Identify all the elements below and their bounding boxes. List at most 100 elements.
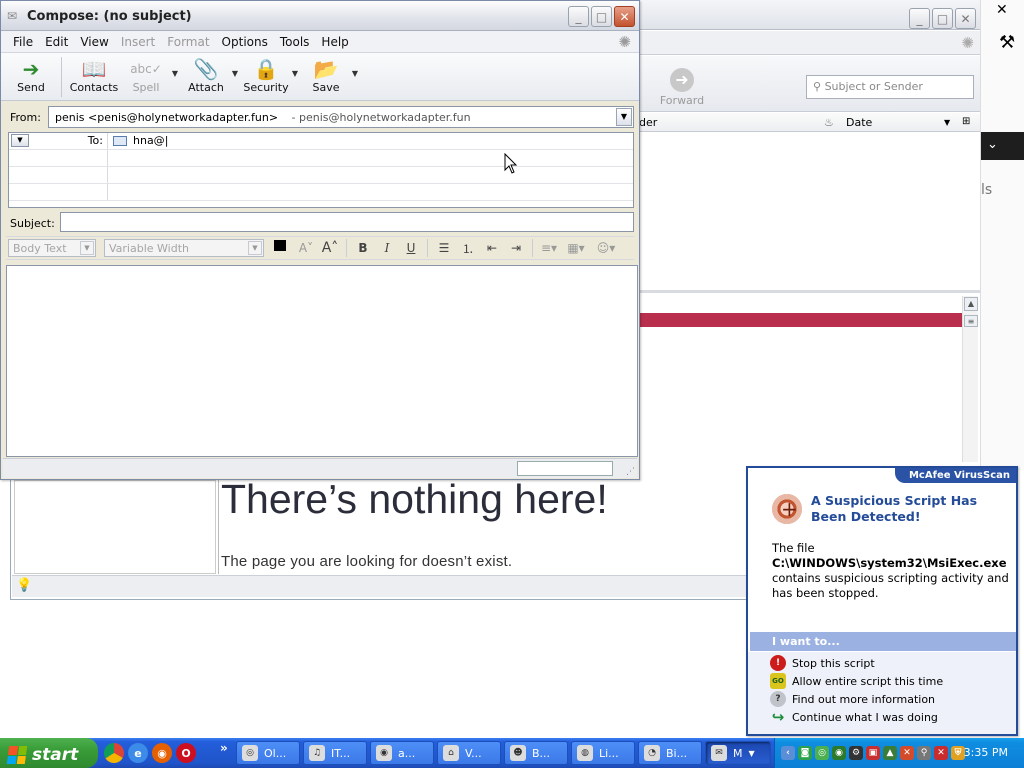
paragraph-dropdown-icon[interactable]: ▼	[80, 241, 94, 255]
bg-close-button[interactable]: ✕	[955, 8, 976, 29]
allow-script-link[interactable]: GO Allow entire script this time	[770, 672, 1016, 690]
tray-app-icon[interactable]: ◎	[815, 746, 829, 760]
task-button[interactable]: ◔ Bi...	[638, 741, 702, 765]
smiley-icon[interactable]: ☺▾	[593, 241, 619, 255]
minimize-button[interactable]: _	[568, 6, 589, 27]
scroll-thumb[interactable]: ≡	[964, 315, 978, 327]
allow-script-label: Allow entire script this time	[792, 674, 944, 688]
compose-titlebar[interactable]: ✉ Compose: (no subject) _ □ ✕	[1, 1, 639, 31]
maximize-button[interactable]: □	[591, 6, 612, 27]
message-body-editor[interactable]	[6, 265, 638, 457]
message-list[interactable]	[628, 133, 980, 293]
menu-view[interactable]: View	[74, 35, 114, 49]
task-button-active[interactable]: ✉ M ▼	[705, 741, 771, 765]
menu-file[interactable]: File	[7, 35, 39, 49]
bold-button[interactable]: B	[353, 241, 373, 255]
task-button[interactable]: ◍ Li...	[571, 741, 635, 765]
save-dropdown-icon[interactable]: ▼	[352, 69, 358, 78]
recipient-row-empty[interactable]	[9, 167, 633, 184]
tray-collapse-icon[interactable]: ‹	[781, 746, 795, 760]
bg-maximize-button[interactable]: □	[932, 8, 953, 29]
menu-format[interactable]: Format	[161, 35, 215, 49]
numbered-list-icon[interactable]: ⒈	[458, 240, 478, 257]
chrome-icon[interactable]	[104, 743, 124, 763]
task-button[interactable]: ⌂ V...	[437, 741, 501, 765]
edge-window-controls[interactable]: ✕	[982, 2, 1024, 28]
menu-insert[interactable]: Insert	[115, 35, 161, 49]
start-button[interactable]: start	[0, 738, 98, 768]
bullet-list-icon[interactable]: ☰	[434, 241, 454, 255]
network-disconnected-icon[interactable]: ✕	[900, 746, 914, 760]
paragraph-format-select[interactable]: Body Text ▼	[8, 239, 96, 257]
chevron-down-icon[interactable]: ▼	[616, 108, 632, 126]
to-input[interactable]: hna@|	[113, 134, 168, 147]
opera-icon[interactable]: O	[176, 743, 196, 763]
spell-dropdown-icon[interactable]: ▼	[172, 69, 178, 78]
resize-grip-icon[interactable]: ⋰	[626, 467, 635, 477]
recipient-row-empty[interactable]	[9, 150, 633, 167]
stop-script-link[interactable]: ! Stop this script	[770, 654, 1016, 672]
attach-dropdown-icon[interactable]: ▼	[232, 69, 238, 78]
tray-app-icon[interactable]: ⚙	[849, 746, 863, 760]
align-icon[interactable]: ≡▾	[539, 241, 559, 255]
network-disconnected-icon[interactable]: ✕	[934, 746, 948, 760]
security-button[interactable]: 🔒 Security ▼	[240, 57, 298, 94]
menu-options[interactable]: Options	[216, 35, 274, 49]
from-select[interactable]: penis <penis@holynetworkadapter.fun> - p…	[48, 106, 634, 128]
security-dropdown-icon[interactable]: ▼	[292, 69, 298, 78]
contacts-button[interactable]: 📖 Contacts	[68, 57, 120, 94]
subject-input[interactable]	[60, 212, 634, 232]
edge-dark-bar: ⌄	[981, 132, 1024, 160]
tray-app-icon[interactable]: ▣	[866, 746, 880, 760]
network-icon[interactable]: ⚲	[917, 746, 931, 760]
smaller-text-icon[interactable]: A˅	[296, 241, 316, 255]
send-button[interactable]: ➔ Send	[5, 57, 57, 94]
recipient-type-dropdown-icon[interactable]: ▼	[11, 134, 29, 147]
text-color-button[interactable]	[274, 240, 292, 256]
outdent-icon[interactable]: ⇤	[482, 241, 502, 255]
menu-help[interactable]: Help	[315, 35, 354, 49]
insert-table-icon[interactable]: ▦▾	[563, 241, 589, 255]
internet-explorer-icon[interactable]: e	[128, 743, 148, 763]
forward-button[interactable]: ➜ Forward	[658, 68, 706, 107]
recipient-list[interactable]: ▼ To: hna@|	[8, 132, 634, 208]
spell-button[interactable]: abc✓ Spell ▼	[120, 57, 178, 94]
close-icon[interactable]: ✕	[996, 2, 1008, 18]
junk-column-icon[interactable]: ♨	[824, 116, 834, 129]
menu-tools[interactable]: Tools	[274, 35, 316, 49]
scroll-up-icon[interactable]: ▲	[964, 297, 978, 311]
attach-button[interactable]: 📎 Attach ▼	[180, 57, 238, 94]
font-select[interactable]: Variable Width ▼	[104, 239, 264, 257]
save-button[interactable]: 📂 Save ▼	[300, 57, 358, 94]
clock[interactable]: 3:35 PM	[964, 746, 1008, 759]
task-button[interactable]: ♫ IT...	[303, 741, 367, 765]
larger-text-icon[interactable]: A˄	[320, 240, 340, 256]
tools-icon[interactable]: ⚒	[999, 32, 1015, 53]
continue-link[interactable]: ↪ Continue what I was doing	[770, 708, 1016, 726]
recipient-row[interactable]: ▼ To: hna@|	[9, 133, 633, 150]
close-button[interactable]: ✕	[614, 6, 635, 27]
tray-app-icon[interactable]: ◉	[832, 746, 846, 760]
italic-button[interactable]: I	[377, 241, 397, 255]
font-dropdown-icon[interactable]: ▼	[248, 241, 262, 255]
sort-chevron-icon[interactable]: ▼	[944, 118, 950, 127]
task-button[interactable]: ◉ a...	[370, 741, 434, 765]
task-group-dropdown-icon[interactable]: ▼	[749, 749, 755, 758]
tray-app-icon[interactable]: ▲	[883, 746, 897, 760]
quick-launch-chevron-icon[interactable]: »	[220, 741, 228, 755]
task-button[interactable]: ☻ B...	[504, 741, 568, 765]
menu-edit[interactable]: Edit	[39, 35, 74, 49]
recipient-row-empty[interactable]	[9, 184, 633, 201]
firefox-icon[interactable]: ◉	[152, 743, 172, 763]
underline-button[interactable]: U	[401, 241, 421, 255]
task-button[interactable]: ◎ Ol...	[236, 741, 300, 765]
column-picker-icon[interactable]: ⊞	[962, 116, 970, 127]
more-info-link[interactable]: ? Find out more information	[770, 690, 1016, 708]
search-input[interactable]: ⚲ Subject or Sender	[806, 75, 974, 99]
tray-app-icon[interactable]: ◙	[798, 746, 812, 760]
preview-scrollbar[interactable]: ▲ ≡	[962, 296, 978, 462]
recipient-type-select[interactable]: ▼ To:	[9, 133, 108, 149]
column-date[interactable]: Date	[846, 116, 872, 129]
indent-icon[interactable]: ⇥	[506, 241, 526, 255]
bg-minimize-button[interactable]: _	[909, 8, 930, 29]
